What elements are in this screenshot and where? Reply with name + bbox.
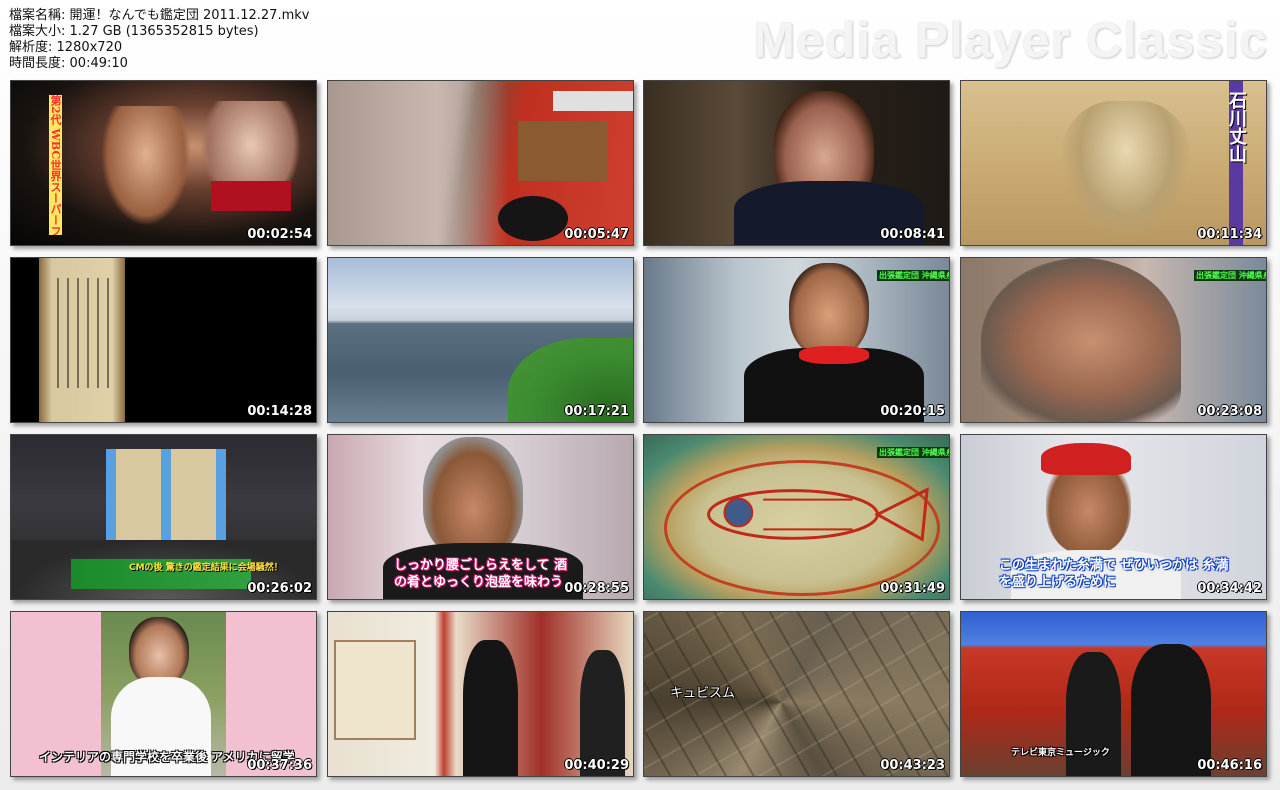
timestamp: 00:11:34: [1197, 227, 1262, 242]
timestamp: 00:05:47: [564, 227, 629, 242]
thumbnail-grid: 第2代 WBC世界スーパーフェザー級チャンピオン 00:02:54 00:05:…: [0, 0, 1280, 790]
thumbnail-4[interactable]: 石川丈山 00:11:34: [960, 80, 1267, 246]
overlay-caption: 出張鑑定団 沖縄県糸満市: [877, 270, 949, 281]
thumbnail-6[interactable]: 00:17:21: [327, 257, 634, 423]
thumbnail-15[interactable]: キュビスム 00:43:23: [643, 611, 950, 777]
timestamp: 00:08:41: [880, 227, 945, 242]
thumbnail-14[interactable]: 00:40:29: [327, 611, 634, 777]
overlay-caption: キュビスム: [670, 686, 736, 701]
thumbnail-13[interactable]: インテリアの専門学校を卒業後 アメリカに留学 00:37:36: [10, 611, 317, 777]
overlay-caption: テレビ東京ミュージック: [1011, 748, 1110, 758]
fish-drawing: [707, 487, 929, 542]
thumbnail-7[interactable]: 出張鑑定団 沖縄県糸満市 00:20:15: [643, 257, 950, 423]
thumbnail-3[interactable]: 00:08:41: [643, 80, 950, 246]
timestamp: 00:28:55: [564, 581, 629, 596]
thumbnail-16[interactable]: テレビ東京ミュージック 00:46:16: [960, 611, 1267, 777]
thumbnail-1[interactable]: 第2代 WBC世界スーパーフェザー級チャンピオン 00:02:54: [10, 80, 317, 246]
timestamp: 00:31:49: [880, 581, 945, 596]
timestamp: 00:23:08: [1197, 404, 1262, 419]
timestamp: 00:17:21: [564, 404, 629, 419]
overlay-caption: しっかり腰ごしらえをして 酒の肴とゆっくり泡盛を味わう: [394, 558, 568, 590]
overlay-caption: 石川丈山: [1226, 91, 1247, 163]
timestamp: 00:14:28: [247, 404, 312, 419]
thumbnail-8[interactable]: 出張鑑定団 沖縄県糸満市 00:23:08: [960, 257, 1267, 423]
timestamp: 00:37:36: [247, 758, 312, 773]
thumbnail-11[interactable]: 出張鑑定団 沖縄県糸満市 00:31:49: [643, 434, 950, 600]
timestamp: 00:34:42: [1197, 581, 1262, 596]
thumbnail-9[interactable]: CMの後 驚きの鑑定結果に会場騒然！ 00:26:02: [10, 434, 317, 600]
timestamp: 00:46:16: [1197, 758, 1262, 773]
timestamp: 00:26:02: [247, 581, 312, 596]
thumbnail-10[interactable]: しっかり腰ごしらえをして 酒の肴とゆっくり泡盛を味わう 00:28:55: [327, 434, 634, 600]
timestamp: 00:43:23: [880, 758, 945, 773]
thumbnail-2[interactable]: 00:05:47: [327, 80, 634, 246]
thumbnail-5[interactable]: 00:14:28: [10, 257, 317, 423]
timestamp: 00:20:15: [880, 404, 945, 419]
timestamp: 00:40:29: [564, 758, 629, 773]
timestamp: 00:02:54: [247, 227, 312, 242]
thumbnail-12[interactable]: この生まれた糸満で ぜひいつかは 糸満を盛り上げるために 00:34:42: [960, 434, 1267, 600]
overlay-caption: CMの後 驚きの鑑定結果に会場騒然！: [129, 563, 283, 573]
overlay-caption: 出張鑑定団 沖縄県糸満市: [1194, 270, 1266, 281]
overlay-caption: 第2代 WBC世界スーパーフェザー級チャンピオン: [49, 95, 62, 235]
overlay-caption: 出張鑑定団 沖縄県糸満市: [877, 447, 949, 458]
